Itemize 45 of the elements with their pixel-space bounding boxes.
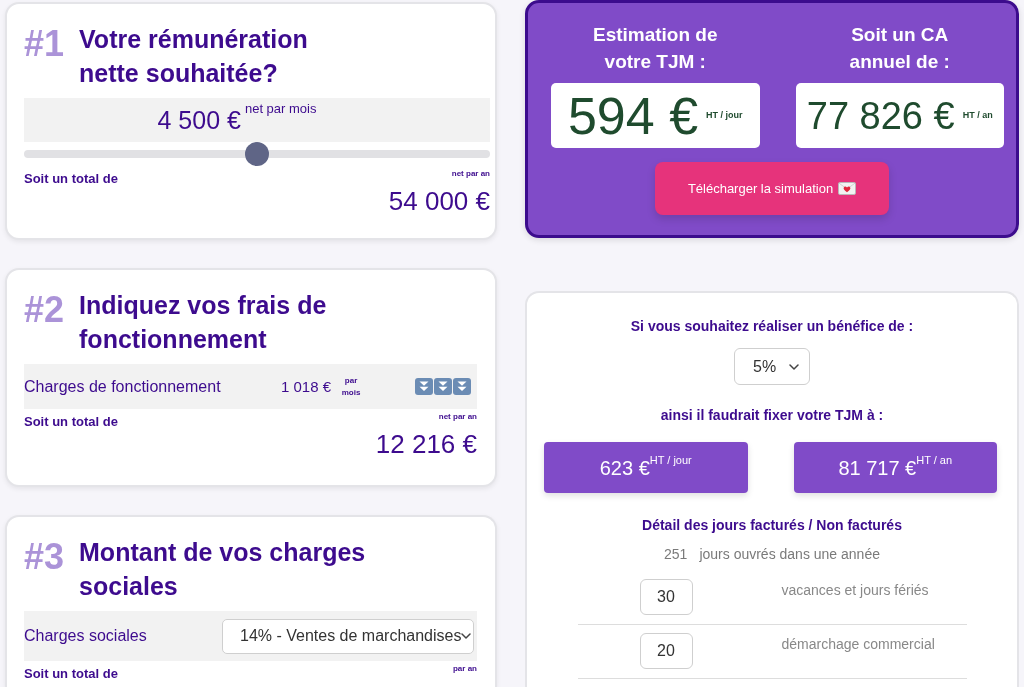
dropdown[interactable]: 14% - Ventes de marchandises <box>222 618 474 654</box>
slider-thumb[interactable] <box>245 142 269 166</box>
profit-question: Si vous souhaitez réaliser un bénéfice de : <box>630 317 914 336</box>
step-title: Votre rémunération nette souhaitée? <box>79 24 309 89</box>
row-label: Charges de fonctionnement <box>24 376 222 397</box>
result-value: 623 € <box>599 455 650 481</box>
result-unit: HT / jour <box>649 452 692 466</box>
estimate-value: 594 € <box>567 85 699 146</box>
days-title: Détail des jours facturés / Non facturés <box>642 516 902 534</box>
monthly-amount: 1 018 € <box>281 376 332 397</box>
total-label: Soit un total de <box>24 414 118 430</box>
days-field[interactable]: 20 <box>639 633 693 669</box>
total-amount: 12 216 € <box>375 429 477 459</box>
total-unit: net par an <box>451 169 490 179</box>
estimate-unit: HT / jour <box>706 108 743 122</box>
result-unit: HT / an <box>916 452 953 466</box>
download-button[interactable]: Télécharger la simulation <box>655 162 889 215</box>
amount-unit: net par mois <box>244 101 317 117</box>
dropdown[interactable]: 5% <box>734 348 810 385</box>
chevron-down-icon <box>461 633 472 639</box>
total-label: Soit un total de <box>24 666 118 682</box>
working-days-label: jours ouvrés dans une année <box>699 546 880 562</box>
monthly-amount: 4 500 € <box>157 105 241 135</box>
amount-unit: par mois <box>340 374 362 399</box>
days-field[interactable]: 30 <box>639 579 693 615</box>
step-number: #3 <box>24 537 65 577</box>
estimate-value: 77 826 € <box>806 93 955 139</box>
total-unit: par an <box>453 664 477 674</box>
step-number: #1 <box>24 24 65 64</box>
row-label: Charges sociales <box>24 626 147 646</box>
total-unit: net par an <box>438 412 477 422</box>
result-label: ainsi il faudrait fixer votre TJM à : <box>660 406 884 425</box>
total-amount: 54 000 € <box>388 186 490 216</box>
days-label: démarchage commercial <box>781 635 935 653</box>
estimate-unit: HT / an <box>962 108 993 122</box>
result-value: 81 717 € <box>838 455 917 481</box>
step-title: Montant de vos charges sociales <box>79 537 367 602</box>
total-label: Soit un total de <box>24 171 118 187</box>
step-number: #2 <box>24 290 65 330</box>
step-title: Indiquez vos frais de fonctionnement <box>79 290 328 355</box>
estimate-label: Soit un CA annuel de : <box>848 23 951 74</box>
working-days-count: 251 <box>664 546 688 562</box>
estimate-label: Estimation de votre TJM : <box>591 23 719 74</box>
chevron-down-icon <box>789 363 799 370</box>
days-label: vacances et jours fériés <box>781 581 929 599</box>
